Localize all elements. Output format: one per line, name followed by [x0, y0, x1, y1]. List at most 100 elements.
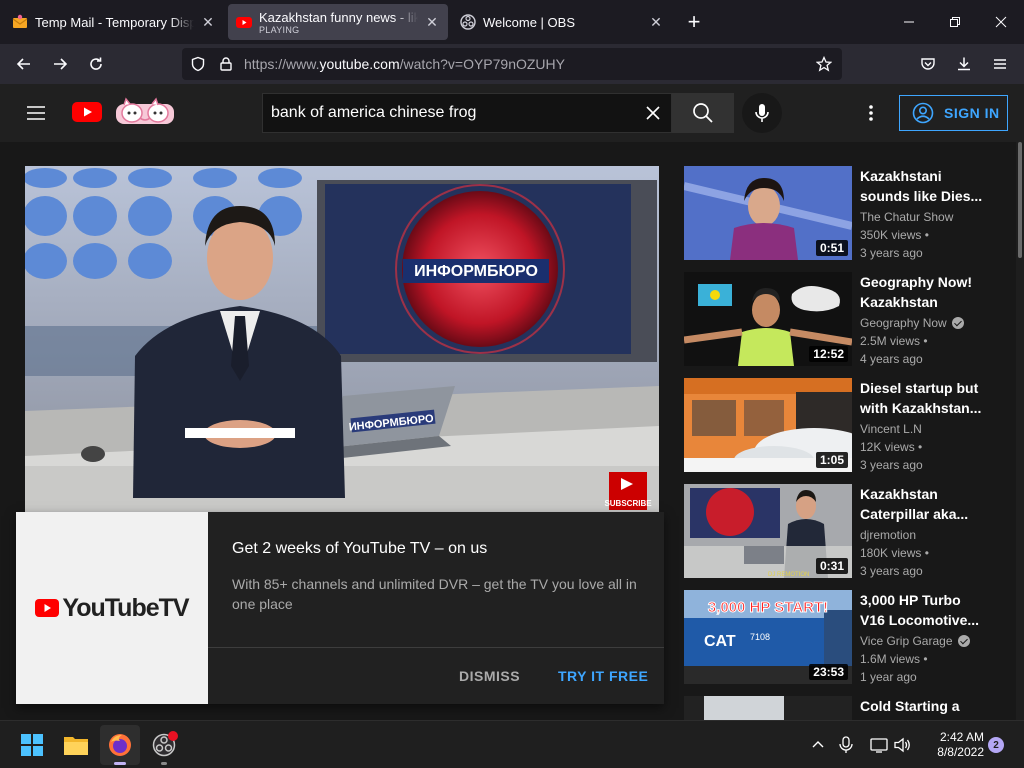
clear-search-icon[interactable] — [645, 105, 661, 126]
close-tab-icon[interactable]: ✕ — [648, 14, 664, 30]
back-arrow-icon[interactable] — [8, 48, 40, 80]
video-title[interactable]: 3,000 HP Turbo V16 Locomotive... — [860, 590, 988, 630]
sign-in-label: SIGN IN — [944, 105, 1000, 121]
channel-name[interactable]: Vincent L.N — [860, 422, 922, 436]
youtube-tv-promo: YouTubeTV Get 2 weeks of YouTube TV – on… — [16, 512, 664, 704]
menu-icon[interactable] — [984, 48, 1016, 80]
close-window-icon[interactable] — [978, 0, 1024, 44]
channel-name-text: Vice Grip Garage — [860, 634, 953, 648]
recommended-video[interactable]: 12:52 Geography Now! Kazakhstan Geograph… — [684, 272, 1004, 368]
network-icon[interactable] — [870, 737, 888, 758]
firefox-icon[interactable] — [100, 725, 140, 765]
tab-obs[interactable]: Welcome | OBS ✕ — [452, 4, 672, 40]
channel-name[interactable]: djremotion — [860, 528, 916, 542]
upload-age: 3 years ago — [860, 458, 923, 472]
download-icon[interactable] — [948, 48, 980, 80]
recommended-video[interactable]: 0:51 Kazakhstani sounds like Dies... The… — [684, 166, 1004, 262]
subscribe-watermark-label: SUBSCRIBE — [604, 499, 652, 508]
tab-temp-mail[interactable]: Temp Mail - Temporary Disposable ✕ — [4, 4, 224, 40]
shield-icon[interactable] — [190, 56, 206, 77]
watch-page: ИНФОРМБЮРО ИНФОРМБЮРО SUBSCRIBE YouTubeT… — [0, 142, 1024, 720]
search-button[interactable] — [672, 93, 734, 133]
pocket-icon[interactable] — [912, 48, 944, 80]
reload-icon[interactable] — [80, 48, 112, 80]
scrollbar-thumb[interactable] — [1018, 142, 1022, 258]
channel-name[interactable]: The Chatur Show — [860, 210, 953, 224]
envelope-icon — [12, 14, 28, 30]
view-count: 2.5M views • — [860, 334, 928, 348]
search-icon — [693, 103, 713, 123]
more-options-icon[interactable] — [864, 101, 878, 125]
video-frame: ИНФОРМБЮРО ИНФОРМБЮРО SUBSCRIBE — [25, 166, 659, 514]
recommended-video[interactable]: Cold Starting a — [684, 696, 1004, 720]
video-duration: 1:05 — [815, 452, 848, 468]
video-duration: 12:52 — [809, 346, 848, 362]
hamburger-menu-icon[interactable] — [24, 101, 48, 125]
chevron-up-icon[interactable] — [810, 737, 826, 758]
channel-name[interactable]: Geography Now — [860, 316, 964, 330]
youtube-logo-icon — [35, 599, 60, 617]
close-tab-icon[interactable]: ✕ — [200, 14, 216, 30]
active-app-indicator — [114, 762, 126, 765]
bookmark-star-icon[interactable] — [815, 55, 833, 77]
video-thumbnail[interactable]: 3,000 HP START! CAT 7108 23:53 — [684, 590, 852, 684]
minimize-icon[interactable] — [886, 0, 932, 44]
video-title[interactable]: Geography Now! Kazakhstan — [860, 272, 988, 312]
url-text[interactable]: https://www.youtube.com/watch?v=OYP79nOZ… — [244, 56, 565, 72]
tab-title: Temp Mail - Temporary Disposable — [35, 14, 194, 30]
doodle-logo-icon[interactable] — [112, 96, 178, 133]
video-duration: 0:51 — [815, 240, 848, 256]
youtube-logo-icon[interactable] — [72, 101, 102, 128]
svg-text:CAT: CAT — [704, 633, 736, 650]
url-domain: youtube.com — [319, 56, 400, 72]
video-thumbnail[interactable]: 1:05 — [684, 378, 852, 472]
windows-start-icon[interactable] — [12, 725, 52, 765]
microphone-icon — [755, 104, 769, 122]
try-it-free-button[interactable]: TRY IT FREE — [558, 668, 648, 684]
video-title[interactable]: Cold Starting a — [860, 696, 988, 716]
notification-badge[interactable]: 2 — [988, 737, 1004, 753]
video-title[interactable]: Kazakhstani sounds like Dies... — [860, 166, 988, 206]
channel-name-text: Vincent L.N — [860, 422, 922, 436]
running-app-indicator — [161, 762, 167, 765]
video-title[interactable]: Kazakhstan Caterpillar aka... — [860, 484, 988, 524]
channel-screen-text: ИНФОРМБЮРО — [414, 263, 538, 280]
forward-arrow-icon[interactable] — [44, 48, 76, 80]
video-thumbnail[interactable] — [684, 696, 852, 720]
verified-badge-icon — [957, 635, 970, 647]
recommended-video[interactable]: DJ REMOTION 0:31 Kazakhstan Caterpillar … — [684, 484, 1004, 580]
video-duration: 23:53 — [809, 664, 848, 680]
upload-age: 3 years ago — [860, 564, 923, 578]
recording-badge — [168, 731, 178, 741]
tab-youtube[interactable]: Kazakhstan funny news - like dies PLAYIN… — [228, 4, 448, 40]
page-scrollbar[interactable] — [1016, 142, 1024, 720]
video-thumbnail[interactable]: DJ REMOTION 0:31 — [684, 484, 852, 578]
microphone-icon[interactable] — [838, 736, 854, 759]
sign-in-button[interactable]: SIGN IN — [899, 95, 1008, 131]
recommended-video[interactable]: 1:05 Diesel startup but with Kazakhstan.… — [684, 378, 1004, 474]
channel-name[interactable]: Vice Grip Garage — [860, 634, 970, 648]
recommended-video[interactable]: 3,000 HP START! CAT 7108 23:53 3,000 HP Tu… — [684, 590, 1004, 686]
restore-icon[interactable] — [932, 0, 978, 44]
search-input[interactable]: bank of america chinese frog — [262, 93, 672, 133]
voice-search-button[interactable] — [742, 93, 782, 133]
upload-age: 3 years ago — [860, 246, 923, 260]
channel-name-text: The Chatur Show — [860, 210, 954, 224]
video-title[interactable]: Diesel startup but with Kazakhstan... — [860, 378, 988, 418]
tab-title: Welcome | OBS — [483, 14, 575, 30]
video-player[interactable]: ИНФОРМБЮРО ИНФОРМБЮРО SUBSCRIBE — [25, 166, 659, 514]
url-bar[interactable]: https://www.youtube.com/watch?v=OYP79nOZ… — [182, 48, 842, 80]
system-clock[interactable]: 2:42 AM 8/8/2022 — [924, 730, 984, 760]
new-tab-button[interactable]: + — [676, 0, 712, 44]
video-thumbnail[interactable]: 12:52 — [684, 272, 852, 366]
close-tab-icon[interactable]: ✕ — [424, 14, 440, 30]
promo-description: With 85+ channels and unlimited DVR – ge… — [232, 576, 637, 612]
obs-icon[interactable] — [144, 725, 184, 765]
video-thumbnail[interactable]: 0:51 — [684, 166, 852, 260]
file-explorer-icon[interactable] — [56, 725, 96, 765]
lock-icon[interactable] — [218, 56, 234, 77]
url-prefix: https://www. — [244, 56, 320, 72]
volume-icon[interactable] — [894, 737, 912, 758]
obs-icon — [460, 14, 476, 30]
dismiss-button[interactable]: DISMISS — [459, 668, 520, 684]
